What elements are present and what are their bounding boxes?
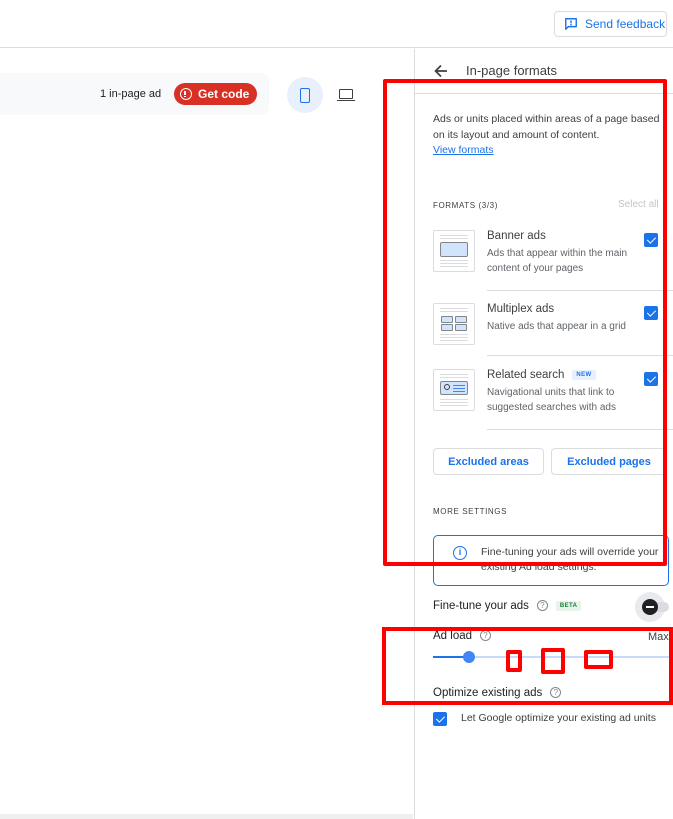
panel-title: In-page formats (466, 63, 558, 78)
send-feedback-label: Send feedback (585, 17, 666, 31)
ad-load-label: Ad load (433, 630, 473, 642)
select-all-link[interactable]: Select all (618, 199, 659, 210)
divider (487, 355, 673, 356)
optimize-checkbox-label: Let Google optimize your existing ad uni… (461, 712, 656, 724)
format-item-multiplex: Multiplex ads Native ads that appear in … (433, 303, 673, 373)
related-search-thumbnail-icon (433, 369, 475, 411)
desktop-preview-button[interactable] (334, 83, 358, 107)
formats-section-label: FORMATS (3/3) (433, 201, 498, 210)
multiplex-ads-thumbnail-icon (433, 303, 475, 345)
get-code-button[interactable]: Get code (174, 83, 257, 105)
multiplex-ads-checkbox[interactable] (644, 306, 658, 320)
info-banner: i Fine-tuning your ads will override you… (433, 535, 669, 586)
top-bar: Send feedback (0, 0, 673, 48)
panel-header: In-page formats (415, 49, 673, 94)
help-icon[interactable]: ? (550, 687, 562, 698)
beta-badge: BETA (555, 601, 582, 611)
optimize-existing-ads-checkbox[interactable] (433, 712, 447, 726)
fine-tune-setting: Fine-tune your ads? BETA (433, 600, 582, 612)
new-badge: NEW (572, 370, 596, 380)
divider (487, 290, 673, 291)
format-item-related-search: Related search NEW Navigational units tha… (433, 369, 673, 439)
preview-toolbar: 1 in-page ad Get code (0, 73, 269, 115)
optimize-label: Optimize existing ads (433, 687, 543, 699)
fine-tune-toggle[interactable] (635, 592, 669, 622)
alert-icon (180, 88, 192, 100)
phone-icon (300, 87, 310, 103)
mobile-preview-button[interactable] (287, 77, 323, 113)
arrow-back-icon[interactable] (431, 61, 451, 81)
format-name: Banner ads (487, 230, 546, 242)
optimize-setting: Optimize existing ads? (433, 687, 562, 699)
banner-ads-thumbnail-icon (433, 230, 475, 272)
get-code-label: Get code (198, 87, 250, 101)
horizontal-scrollbar[interactable] (0, 814, 413, 819)
banner-ads-checkbox[interactable] (644, 233, 658, 247)
format-description: Ads that appear within the main content … (487, 248, 628, 274)
format-name: Related search NEW (487, 369, 596, 381)
ad-load-slider[interactable] (433, 649, 673, 665)
send-feedback-button[interactable]: Send feedback (554, 11, 667, 37)
slider-thumb[interactable] (463, 651, 475, 663)
info-text: Fine-tuning your ads will override your … (481, 546, 659, 573)
panel-description: Ads or units placed within areas of a pa… (433, 113, 660, 156)
ad-load-max-label: Max (648, 631, 669, 643)
more-settings-label: MORE SETTINGS (433, 507, 508, 516)
excluded-pages-button[interactable]: Excluded pages (551, 448, 667, 475)
format-description: Native ads that appear in a grid (487, 321, 626, 332)
ad-load-setting: Ad load? (433, 630, 492, 642)
related-search-checkbox[interactable] (644, 372, 658, 386)
divider (487, 429, 673, 430)
in-page-formats-panel: In-page formats Ads or units placed with… (415, 49, 673, 819)
format-description: Navigational units that link to suggeste… (487, 387, 616, 413)
view-formats-link[interactable]: View formats (433, 144, 494, 156)
feedback-icon (565, 18, 577, 30)
preview-area: 1 in-page ad Get code (0, 49, 414, 819)
excluded-areas-button[interactable]: Excluded areas (433, 448, 544, 475)
ad-count: 1 in-page ad (100, 88, 162, 100)
info-icon: i (453, 546, 467, 560)
help-icon[interactable]: ? (480, 630, 492, 641)
laptop-icon (339, 88, 353, 99)
toggle-off-icon (642, 599, 658, 615)
help-icon[interactable]: ? (536, 600, 548, 611)
format-name: Multiplex ads (487, 303, 555, 315)
fine-tune-label: Fine-tune your ads (433, 600, 529, 612)
format-item-banner: Banner ads Ads that appear within the ma… (433, 230, 673, 300)
